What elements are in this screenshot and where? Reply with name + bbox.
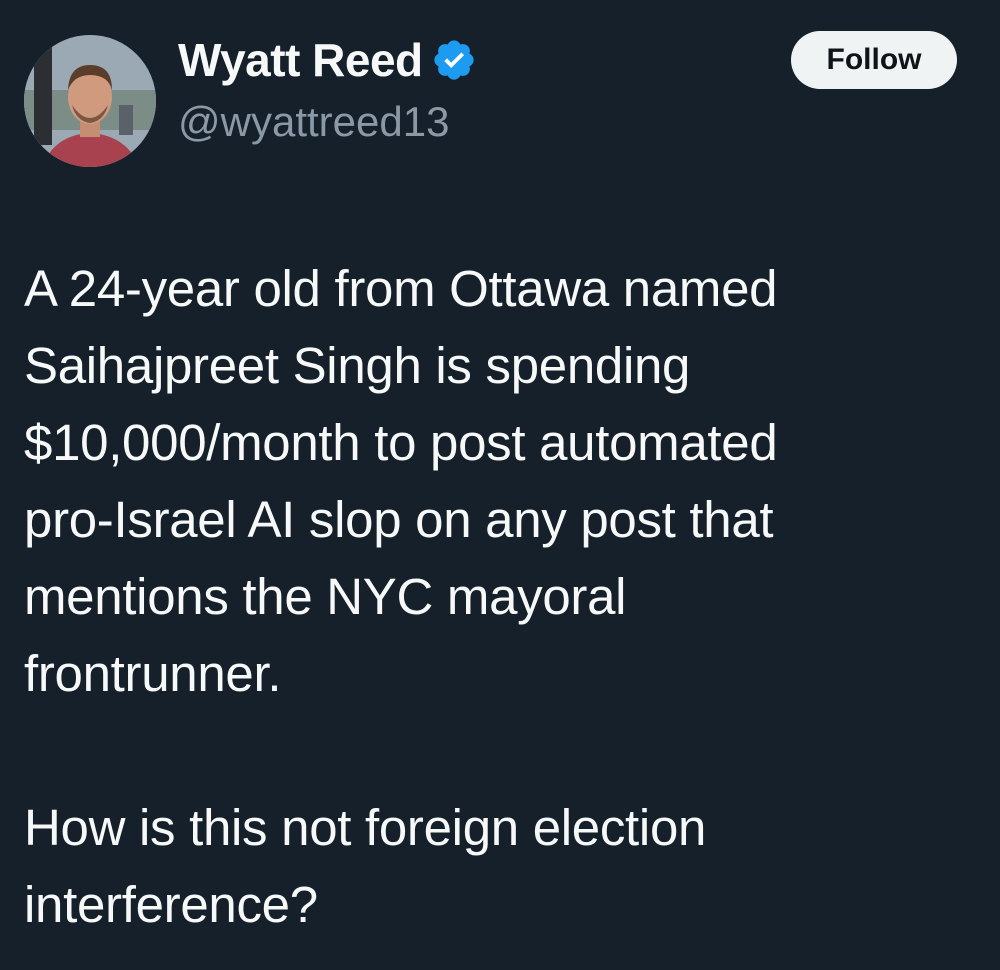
tweet-paragraph: A 24-year old from Ottawa named Saihajpr… (24, 260, 778, 702)
author-name-row: Wyatt Reed (178, 30, 477, 90)
tweet-body: A 24-year old from Ottawa named Saihajpr… (24, 250, 984, 943)
follow-button[interactable]: Follow (791, 31, 957, 89)
author-avatar[interactable] (24, 35, 156, 167)
author-handle[interactable]: @wyattreed13 (178, 98, 449, 146)
tweet-paragraph: How is this not foreign election interfe… (24, 799, 707, 933)
tweet-card: Wyatt Reed @wyattreed13 Follow A 24-year… (0, 0, 1000, 970)
verified-badge-icon[interactable] (431, 37, 477, 83)
author-display-name[interactable]: Wyatt Reed (178, 33, 423, 87)
avatar-photo-icon (24, 35, 156, 167)
